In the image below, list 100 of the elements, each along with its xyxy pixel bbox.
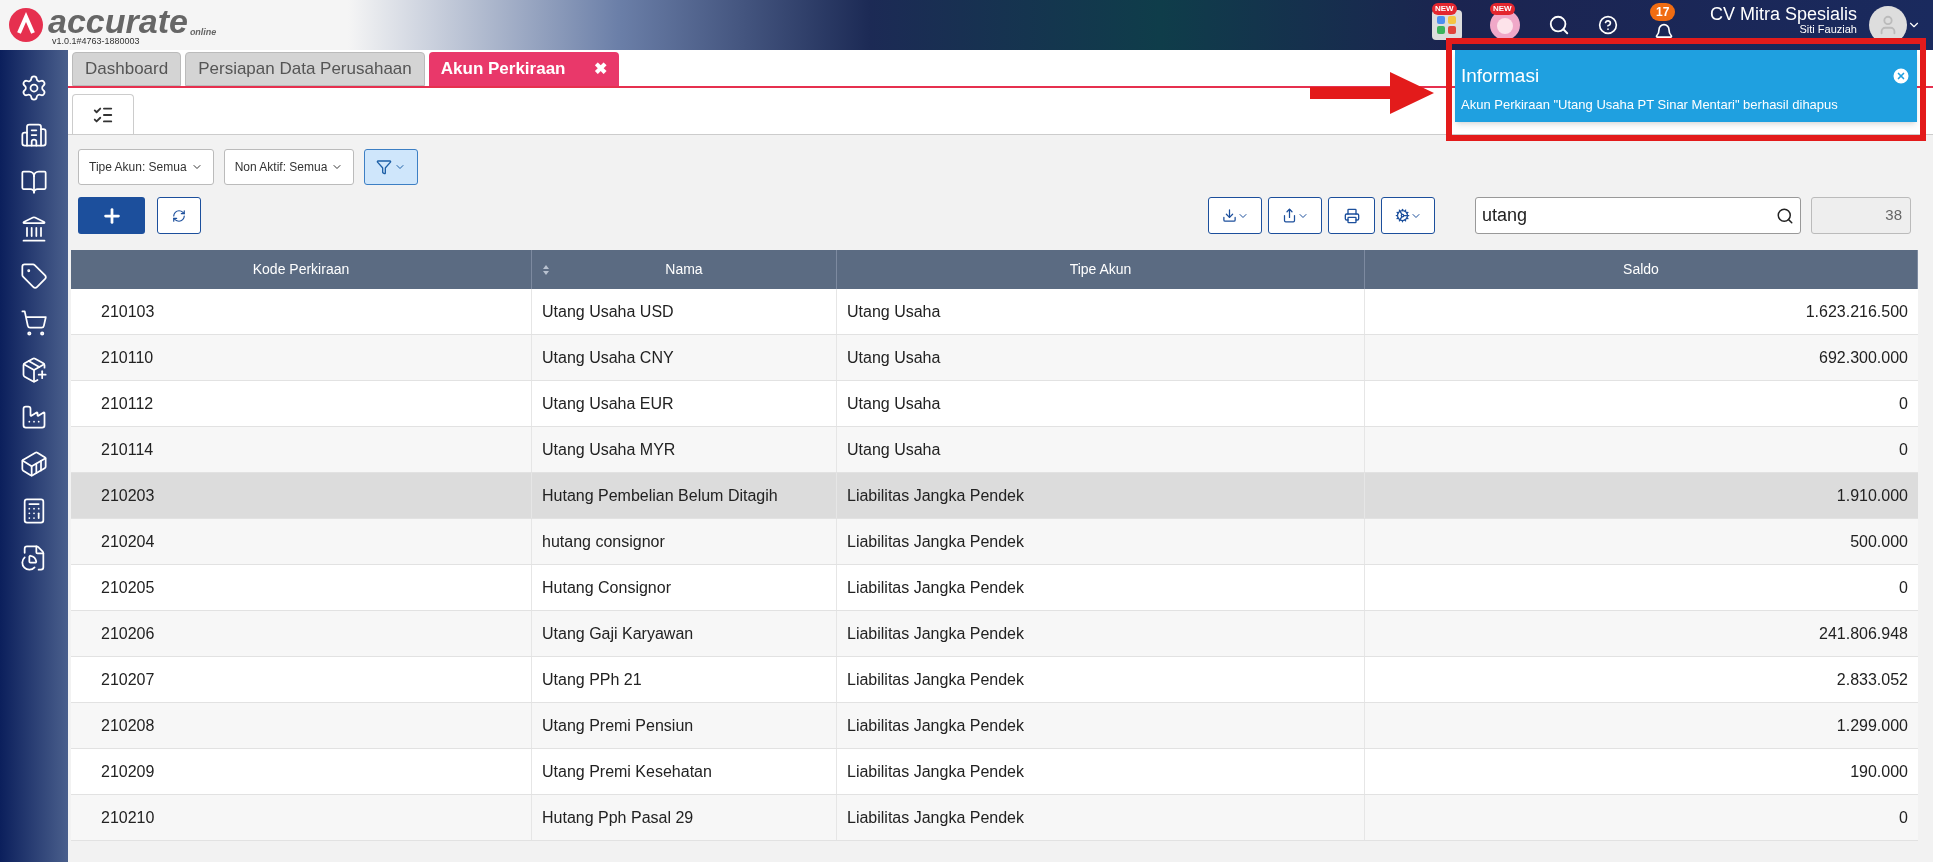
table-cell-text: 1.623.216.500 xyxy=(1804,301,1909,322)
table-cell: Liabilitas Jangka Pendek xyxy=(837,795,1365,840)
table-cell-text: 2.833.052 xyxy=(1835,669,1909,690)
table-row[interactable]: 210110 Utang Usaha CNY Utang Usaha 692.300.000 xyxy=(71,335,1918,381)
table-cell: Utang Usaha xyxy=(837,427,1365,472)
table-cell: Liabilitas Jangka Pendek xyxy=(837,565,1365,610)
filter-dropdown[interactable]: Non Aktif: Semua xyxy=(223,149,355,185)
table-cell-text: 0 xyxy=(1898,439,1909,460)
table-cell-text: 1.910.000 xyxy=(1835,485,1909,506)
sort-icon[interactable] xyxy=(542,263,550,276)
cart-icon[interactable] xyxy=(20,309,48,337)
company-name: CV Mitra Spesialis xyxy=(1709,5,1857,23)
search-icon[interactable] xyxy=(1776,206,1794,225)
table-cell: Utang Usaha xyxy=(837,381,1365,426)
table-cell: 210203 xyxy=(71,473,532,518)
arrow-icon xyxy=(1310,70,1436,116)
table-cell: Hutang Pph Pasal 29 xyxy=(532,795,837,840)
list-view-tab[interactable] xyxy=(72,94,134,134)
search-icon[interactable] xyxy=(1547,14,1570,36)
search-field[interactable]: utang xyxy=(1475,197,1801,234)
factory-icon[interactable] xyxy=(20,403,48,431)
export-button[interactable] xyxy=(1268,197,1322,234)
table-cell: Utang Premi Pensiun xyxy=(532,703,837,748)
new-badge: NEW xyxy=(1489,3,1515,15)
filter-icon xyxy=(376,159,393,175)
add-button[interactable] xyxy=(78,197,145,234)
table-cell: Utang Gaji Karyawan xyxy=(532,611,837,656)
table-cell: Utang PPh 21 xyxy=(532,657,837,702)
table-cell-text: 500.000 xyxy=(1849,531,1909,552)
refresh-icon xyxy=(172,208,186,223)
table-cell-text: 1.299.000 xyxy=(1835,715,1909,736)
table-row[interactable]: 210210 Hutang Pph Pasal 29 Liabilitas Jangka Pendek 0 xyxy=(71,795,1918,841)
table-cell: Utang Usaha CNY xyxy=(532,335,837,380)
table-cell: Hutang Consignor xyxy=(532,565,837,610)
tab[interactable]: Persiapan Data Perusahaan xyxy=(185,52,425,86)
table-row[interactable]: 210204 hutang consignor Liabilitas Jangka Pendek 500.000 xyxy=(71,519,1918,565)
table-row[interactable]: 210206 Utang Gaji Karyawan Liabilitas Jangka Pendek 241.806.948 xyxy=(71,611,1918,657)
logo-text: accurate xyxy=(48,4,188,37)
filter-dropdown[interactable]: Tipe Akun: Semua xyxy=(78,149,214,185)
download-icon xyxy=(1221,208,1237,223)
table-row[interactable]: 210112 Utang Usaha EUR Utang Usaha 0 xyxy=(71,381,1918,427)
table-cell: Liabilitas Jangka Pendek xyxy=(837,473,1365,518)
download-button[interactable] xyxy=(1208,197,1262,234)
table-cell: 210114 xyxy=(71,427,532,472)
version-text: v1.0.1#4763-1880003 xyxy=(52,36,141,46)
table-cell: 210209 xyxy=(71,749,532,794)
table-cell-text: 692.300.000 xyxy=(1818,347,1909,368)
table-cell: 210204 xyxy=(71,519,532,564)
table-row[interactable]: 210114 Utang Usaha MYR Utang Usaha 0 xyxy=(71,427,1918,473)
column-header[interactable]: Saldo xyxy=(1623,259,1659,280)
table-row[interactable]: 210209 Utang Premi Kesehatan Liabilitas Jangka Pendek 190.000 xyxy=(71,749,1918,795)
refresh-button[interactable] xyxy=(157,197,201,234)
print-button[interactable] xyxy=(1328,197,1375,234)
tab[interactable]: Dashboard xyxy=(72,52,182,86)
table-cell: 210210 xyxy=(71,795,532,840)
price-tag-icon[interactable] xyxy=(20,262,48,290)
table-cell: 210110 xyxy=(71,335,532,380)
table-cell: Liabilitas Jangka Pendek xyxy=(837,703,1365,748)
table-cell: 210208 xyxy=(71,703,532,748)
column-header[interactable]: Kode Perkiraan xyxy=(252,259,350,280)
close-icon[interactable] xyxy=(1891,66,1911,87)
book-icon[interactable] xyxy=(20,168,48,196)
table-cell: Hutang Pembelian Belum Ditagih xyxy=(532,473,837,518)
table-cell-text: 190.000 xyxy=(1849,761,1909,782)
settings-icon[interactable] xyxy=(20,74,48,102)
column-header[interactable]: Tipe Akun xyxy=(1069,259,1132,280)
user-name: Siti Fauziah xyxy=(1799,24,1857,35)
notification-title: Informasi xyxy=(1461,64,1540,88)
close-icon[interactable]: ✖ xyxy=(593,57,607,81)
table-cell: Utang Usaha MYR xyxy=(532,427,837,472)
table-row[interactable]: 210208 Utang Premi Pensiun Liabilitas Jangka Pendek 1.299.000 xyxy=(71,703,1918,749)
settings-icon xyxy=(1394,208,1410,223)
table-cell: Utang Usaha xyxy=(837,289,1365,334)
table-cell-text: 0 xyxy=(1898,577,1909,598)
table-cell: 210103 xyxy=(71,289,532,334)
notification-count: 17 xyxy=(1649,3,1676,21)
search-input[interactable]: utang xyxy=(1482,202,1776,229)
table-cell-text: 0 xyxy=(1898,807,1909,828)
table-row[interactable]: 210103 Utang Usaha USD Utang Usaha 1.623.216.500 xyxy=(71,289,1918,335)
column-header[interactable]: Nama xyxy=(665,259,703,280)
result-count: 38 xyxy=(1811,197,1911,234)
table-row[interactable]: 210203 Hutang Pembelian Belum Ditagih Liabilitas Jangka Pendek 1.910.000 xyxy=(71,473,1918,519)
table-cell: Liabilitas Jangka Pendek xyxy=(837,749,1365,794)
settings-button[interactable] xyxy=(1381,197,1435,234)
table-cell: Liabilitas Jangka Pendek xyxy=(837,519,1365,564)
filter-button[interactable] xyxy=(364,149,419,185)
building-icon[interactable] xyxy=(20,121,48,149)
help-icon[interactable] xyxy=(1597,15,1618,35)
tab[interactable]: Akun Perkiraan ✖ xyxy=(428,52,619,86)
table-row[interactable]: 210205 Hutang Consignor Liabilitas Jangka Pendek 0 xyxy=(71,565,1918,611)
table-cell: 210206 xyxy=(71,611,532,656)
table-cell: Utang Usaha USD xyxy=(532,289,837,334)
bank-icon[interactable] xyxy=(20,215,48,243)
table-cell: Utang Usaha xyxy=(837,335,1365,380)
table-cell-text: 241.806.948 xyxy=(1818,623,1909,644)
table-row[interactable]: 210207 Utang PPh 21 Liabilitas Jangka Pendek 2.833.052 xyxy=(71,657,1918,703)
table-cell-text: 0 xyxy=(1898,393,1909,414)
table-cell: 210112 xyxy=(71,381,532,426)
new-badge: NEW xyxy=(1431,3,1457,15)
table-cell: 210205 xyxy=(71,565,532,610)
